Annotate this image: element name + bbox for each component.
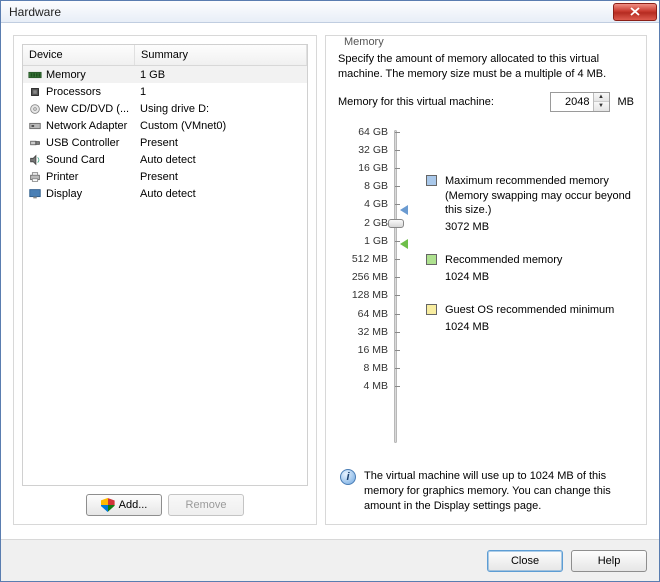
- close-label: Close: [511, 555, 539, 567]
- slider-tick: 32 GB: [338, 144, 394, 156]
- titlebar: Hardware: [1, 1, 659, 23]
- device-row-memory[interactable]: Memory1 GB: [23, 66, 307, 83]
- close-icon[interactable]: [613, 3, 657, 21]
- close-button[interactable]: Close: [487, 550, 563, 572]
- memory-icon: [27, 68, 43, 82]
- header-summary[interactable]: Summary: [135, 45, 307, 65]
- legend-max-label: Maximum recommended memory: [445, 174, 634, 189]
- memory-legend: Maximum recommended memory (Memory swapp…: [426, 126, 634, 466]
- slider-tick: 8 GB: [338, 180, 394, 192]
- help-button[interactable]: Help: [571, 550, 647, 572]
- hardware-dialog: Hardware Device Summary Memory1 GBProces…: [0, 0, 660, 582]
- device-summary: Auto detect: [138, 188, 303, 200]
- memory-slider[interactable]: 64 GB 32 GB 16 GB 8 GB 4 GB 2 GB 1 GB 512 MB 256…: [338, 126, 418, 466]
- device-summary: Present: [138, 171, 303, 183]
- legend-rec-label: Recommended memory: [445, 253, 562, 268]
- dialog-button-bar: Close Help: [1, 539, 659, 581]
- slider-tick: 4 MB: [338, 380, 394, 392]
- slider-tick: 2 GB: [338, 217, 394, 229]
- add-label: Add...: [119, 499, 148, 511]
- device-name: Memory: [46, 69, 138, 81]
- memory-input-row: Memory for this virtual machine: ▲ ▼ MB: [338, 92, 634, 112]
- cpu-icon: [27, 85, 43, 99]
- legend-min-label: Guest OS recommended minimum: [445, 303, 614, 318]
- memory-panel: Memory Specify the amount of memory allo…: [325, 35, 647, 525]
- slider-tick: 512 MB: [338, 253, 394, 265]
- display-icon: [27, 187, 43, 201]
- slider-tick: 128 MB: [338, 289, 394, 301]
- device-name: Printer: [46, 171, 138, 183]
- legend-max-value: 3072 MB: [445, 220, 634, 235]
- nic-icon: [27, 119, 43, 133]
- device-row-nic[interactable]: Network AdapterCustom (VMnet0): [23, 117, 307, 134]
- printer-icon: [27, 170, 43, 184]
- dialog-content: Device Summary Memory1 GBProcessors1New …: [1, 23, 659, 525]
- device-row-cpu[interactable]: Processors1: [23, 83, 307, 100]
- sound-icon: [27, 153, 43, 167]
- slider-tick: 1 GB: [338, 235, 394, 247]
- legend-max-note: (Memory swapping may occur beyond this s…: [445, 189, 634, 219]
- device-name: Display: [46, 188, 138, 200]
- usb-icon: [27, 136, 43, 150]
- slider-tick: 16 GB: [338, 162, 394, 174]
- info-row: i The virtual machine will use up to 102…: [338, 465, 634, 516]
- device-summary: Auto detect: [138, 154, 303, 166]
- device-name: Sound Card: [46, 154, 138, 166]
- slider-tick: 64 MB: [338, 308, 394, 320]
- slider-tick: 8 MB: [338, 362, 394, 374]
- device-row-usb[interactable]: USB ControllerPresent: [23, 134, 307, 151]
- shield-icon: [101, 498, 115, 512]
- memory-spinner[interactable]: ▲ ▼: [550, 92, 610, 112]
- rec-marker-icon: [400, 239, 408, 249]
- legend-box-max-icon: [426, 175, 437, 186]
- slider-thumb[interactable]: [388, 219, 404, 228]
- device-summary: 1 GB: [138, 69, 303, 81]
- slider-tick: 16 MB: [338, 344, 394, 356]
- slider-track[interactable]: [394, 130, 397, 444]
- slider-tick: 4 GB: [338, 198, 394, 210]
- memory-input-label: Memory for this virtual machine:: [338, 96, 494, 108]
- device-name: Processors: [46, 86, 138, 98]
- cd-icon: [27, 102, 43, 116]
- help-label: Help: [598, 555, 621, 567]
- device-row-display[interactable]: DisplayAuto detect: [23, 185, 307, 202]
- device-list: Device Summary Memory1 GBProcessors1New …: [22, 44, 308, 486]
- memory-spec-text: Specify the amount of memory allocated t…: [338, 52, 634, 82]
- device-row-printer[interactable]: PrinterPresent: [23, 168, 307, 185]
- device-summary: 1: [138, 86, 303, 98]
- remove-label: Remove: [186, 499, 227, 511]
- info-text: The virtual machine will use up to 1024 …: [364, 469, 632, 514]
- header-device[interactable]: Device: [23, 45, 135, 65]
- window-title: Hardware: [9, 5, 61, 19]
- spinner-up-icon[interactable]: ▲: [594, 93, 609, 103]
- device-list-header: Device Summary: [23, 45, 307, 66]
- device-row-sound[interactable]: Sound CardAuto detect: [23, 151, 307, 168]
- device-summary: Present: [138, 137, 303, 149]
- device-summary: Custom (VMnet0): [138, 120, 303, 132]
- remove-button: Remove: [168, 494, 244, 516]
- memory-slider-area: 64 GB 32 GB 16 GB 8 GB 4 GB 2 GB 1 GB 512 MB 256…: [338, 126, 634, 466]
- spinner-down-icon[interactable]: ▼: [594, 102, 609, 111]
- slider-tick: 32 MB: [338, 326, 394, 338]
- device-name: Network Adapter: [46, 120, 138, 132]
- legend-min-value: 1024 MB: [445, 320, 614, 335]
- slider-tick: 256 MB: [338, 271, 394, 283]
- device-name: New CD/DVD (...: [46, 103, 138, 115]
- add-button[interactable]: Add...: [86, 494, 162, 516]
- legend-rec-value: 1024 MB: [445, 270, 562, 285]
- memory-group-label: Memory: [340, 36, 388, 48]
- legend-box-rec-icon: [426, 254, 437, 265]
- legend-box-min-icon: [426, 304, 437, 315]
- memory-unit: MB: [618, 96, 635, 108]
- device-name: USB Controller: [46, 137, 138, 149]
- max-marker-icon: [400, 205, 408, 215]
- device-buttons: Add... Remove: [22, 486, 308, 516]
- info-icon: i: [340, 469, 356, 485]
- slider-tick: 64 GB: [338, 126, 394, 138]
- device-row-cd[interactable]: New CD/DVD (...Using drive D:: [23, 100, 307, 117]
- device-summary: Using drive D:: [138, 103, 303, 115]
- device-panel: Device Summary Memory1 GBProcessors1New …: [13, 35, 317, 525]
- memory-input[interactable]: [551, 93, 593, 111]
